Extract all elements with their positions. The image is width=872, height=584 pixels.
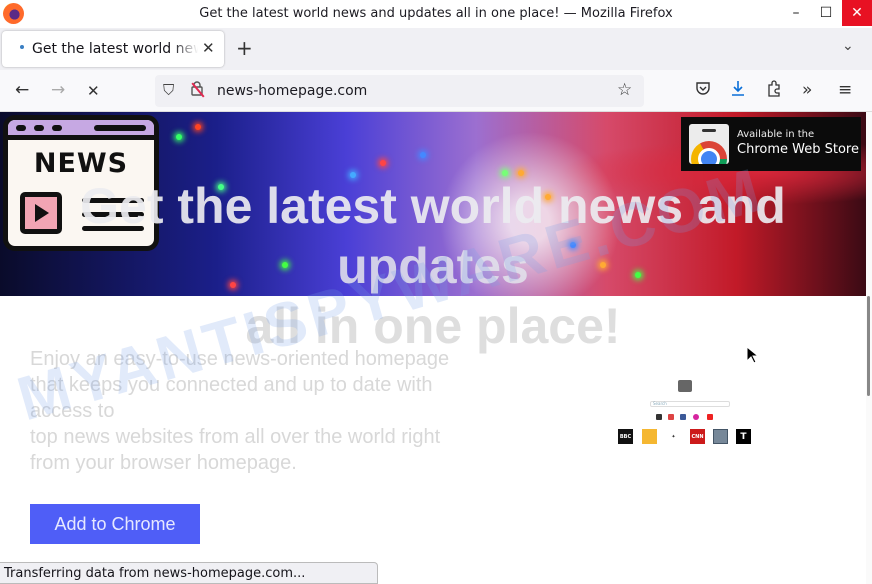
forward-button[interactable]: →: [51, 80, 65, 100]
preview-site-cnn: CNN: [690, 429, 705, 444]
page-content: NEWS Available in the Chrome Web Store G…: [0, 112, 866, 584]
preview-site-huffpost: [642, 429, 657, 444]
back-button[interactable]: ←: [15, 80, 29, 100]
homepage-preview-image: Search BBC ✦ CNN T: [610, 374, 760, 449]
maximize-button[interactable]: ☐: [812, 0, 840, 26]
tab-label: Get the latest world news and updates al…: [32, 41, 198, 57]
decorative-light: [380, 160, 386, 166]
pocket-icon[interactable]: [695, 80, 711, 100]
navigation-toolbar: ← → ✕ ⛉ news-homepage.com ☆ » ≡: [0, 70, 872, 112]
logo-dot: [34, 125, 44, 131]
logo-dot: [52, 125, 62, 131]
gmail-icon: [668, 414, 674, 420]
preview-site-nbc: ✦: [666, 429, 681, 444]
headline-line-1: Get the latest world news and: [80, 178, 786, 234]
tracking-protection-shield-icon[interactable]: ⛉: [163, 81, 174, 99]
chrome-web-store-badge[interactable]: Available in the Chrome Web Store: [681, 117, 861, 171]
window-title: Get the latest world news and updates al…: [199, 6, 673, 21]
description: Enjoy an easy-to-use news-oriented homep…: [30, 346, 510, 476]
new-tab-button[interactable]: +: [236, 36, 253, 60]
logo-text: NEWS: [33, 148, 129, 179]
headline-line-2: updates: [337, 238, 529, 294]
facebook-icon: [680, 414, 686, 420]
logo-window-bar: [8, 120, 154, 140]
loading-indicator-icon: [20, 45, 24, 49]
logo-dot: [16, 125, 26, 131]
preview-logo-icon: [678, 380, 692, 392]
close-window-button[interactable]: ✕: [842, 0, 872, 26]
add-to-chrome-button[interactable]: Add to Chrome: [30, 504, 200, 544]
chrome-web-store-icon: [689, 124, 729, 164]
url-bar[interactable]: ⛉ news-homepage.com ☆: [155, 75, 644, 107]
hamburger-menu-icon[interactable]: ≡: [838, 80, 852, 100]
preview-search-box: Search: [650, 401, 730, 407]
minimize-button[interactable]: –: [782, 0, 810, 26]
badge-line2: Chrome Web Store: [737, 142, 859, 157]
description-line: from your browser homepage.: [30, 452, 297, 474]
tab-active[interactable]: Get the latest world news and updates al…: [2, 31, 224, 67]
chrome-logo-icon: [691, 141, 727, 164]
decorative-light: [195, 124, 201, 130]
description-line: top news websites from all over the worl…: [30, 426, 441, 448]
url-input[interactable]: news-homepage.com: [217, 83, 367, 99]
extensions-puzzle-icon[interactable]: [766, 80, 782, 102]
status-bar: Transferring data from news-homepage.com…: [0, 562, 378, 584]
bookmark-star-icon[interactable]: ☆: [617, 80, 632, 100]
description-line: access to: [30, 400, 115, 422]
description-line: Enjoy an easy-to-use news-oriented homep…: [30, 348, 450, 370]
description-line: that keeps you connected and up to date …: [30, 374, 433, 396]
preview-site-bbc: BBC: [618, 429, 633, 444]
scrollbar-thumb[interactable]: [867, 296, 870, 396]
window-titlebar: Get the latest world news and updates al…: [0, 0, 872, 28]
overflow-menu-icon[interactable]: »: [802, 80, 812, 100]
store-bag-handle: [702, 129, 716, 132]
tab-bar: Get the latest world news and updates al…: [0, 28, 872, 70]
amazon-icon: [656, 414, 662, 420]
list-all-tabs-button[interactable]: ⌄: [842, 38, 854, 54]
insecure-lock-icon[interactable]: [191, 81, 203, 100]
badge-line1: Available in the: [737, 129, 815, 140]
logo-bar-line: [94, 125, 146, 131]
downloads-icon[interactable]: [730, 80, 746, 102]
preview-site-nytimes: T: [736, 429, 751, 444]
page-scrollbar[interactable]: [866, 112, 872, 584]
decorative-light: [420, 152, 426, 158]
close-tab-button[interactable]: ✕: [202, 39, 215, 57]
decorative-light: [176, 134, 182, 140]
preview-site-globe: [713, 429, 728, 444]
instagram-icon: [693, 414, 699, 420]
mouse-cursor-icon: [746, 346, 758, 364]
stop-loading-button[interactable]: ✕: [87, 82, 100, 100]
youtube-icon: [707, 414, 713, 420]
